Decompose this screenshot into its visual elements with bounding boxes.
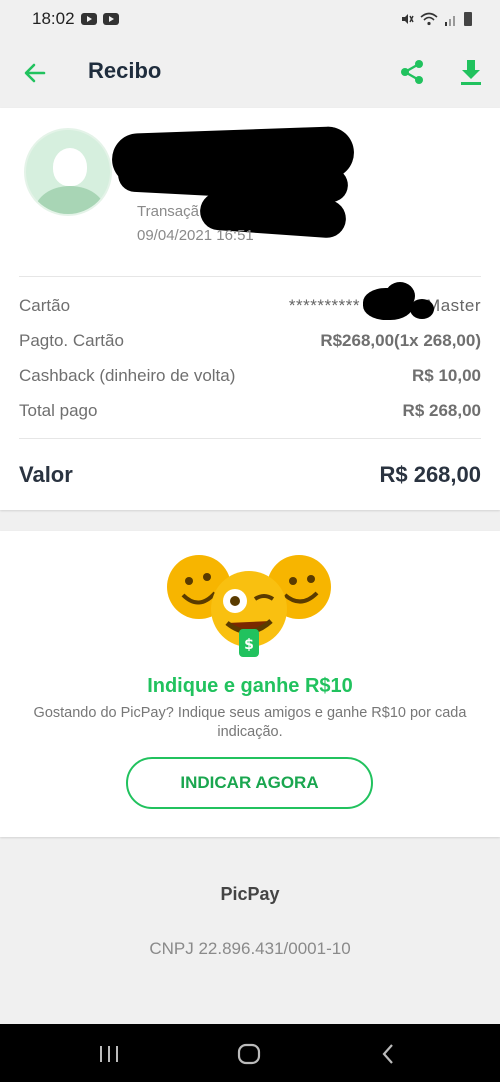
mute-icon	[402, 14, 414, 24]
battery-icon	[464, 12, 472, 26]
cnpj-text: CNPJ 22.896.431/0001-10	[149, 939, 351, 958]
back-icon[interactable]	[377, 1042, 401, 1066]
status-bar: 18:02	[0, 0, 500, 38]
row-value: R$ 268,00	[402, 401, 481, 420]
status-right	[400, 12, 472, 26]
receipt-row-total-paid: Total pago R$ 268,00	[19, 401, 481, 425]
promo-title: Indique e ganhe R$10	[147, 675, 353, 697]
receipt-row-card: Cartão ********** Master	[19, 282, 481, 320]
wifi-icon	[420, 12, 438, 26]
download-icon[interactable]	[458, 58, 484, 86]
system-nav-bar	[0, 1024, 500, 1082]
recents-icon[interactable]	[97, 1042, 121, 1066]
avatar-shoulders	[35, 186, 105, 214]
transaction-label: Transaçã	[137, 203, 199, 220]
row-value: R$ 10,00	[412, 366, 481, 385]
row-label: Cartão	[19, 296, 71, 315]
youtube-icon	[80, 13, 97, 25]
referral-promo-card: $ Indique e ganhe R$10 Gostando do PicPa…	[0, 531, 500, 837]
total-label: Valor	[19, 462, 73, 487]
avatar	[24, 128, 112, 216]
avatar-head	[53, 148, 87, 186]
status-time: 18:02	[32, 9, 75, 28]
receipt-row-payment: Pagto. Cartão R$268,00(1x 268,00)	[19, 331, 481, 355]
badge-dollar: $	[244, 637, 254, 653]
signal-icon	[445, 16, 455, 26]
share-icon[interactable]	[398, 58, 426, 86]
page-title: Recibo	[88, 58, 162, 83]
receipt-card: Transaçã 09/04/2021 16:51 Cartão *******…	[0, 108, 500, 510]
arrow-left-icon[interactable]	[22, 60, 48, 86]
row-value: R$268,00(1x 268,00)	[320, 331, 481, 350]
brand-logo: PicPay	[220, 884, 280, 904]
app-bar: Recibo	[0, 38, 500, 108]
redaction-mark	[410, 299, 434, 319]
divider	[19, 438, 481, 439]
row-label: Cashback (dinheiro de volta)	[19, 366, 236, 385]
status-left: 18:02	[32, 9, 119, 29]
row-label: Pagto. Cartão	[19, 331, 124, 350]
home-icon[interactable]	[237, 1042, 261, 1066]
total-value: R$ 268,00	[379, 462, 481, 487]
card-brand: Master	[426, 296, 481, 315]
receipt-row-cashback: Cashback (dinheiro de volta) R$ 10,00	[19, 366, 481, 390]
card-masked-digits: **********	[288, 296, 361, 315]
transaction-date: 09/04/2021 16:51	[137, 227, 254, 244]
divider	[19, 276, 481, 277]
promo-text: Gostando do PicPay? Indique seus amigos …	[33, 705, 467, 740]
youtube-icon	[102, 13, 119, 25]
total-row: Valor R$ 268,00	[19, 462, 481, 492]
refer-now-button[interactable]: INDICAR AGORA	[126, 757, 373, 809]
row-label: Total pago	[19, 401, 98, 420]
money-emoji-icon: $	[167, 555, 331, 657]
